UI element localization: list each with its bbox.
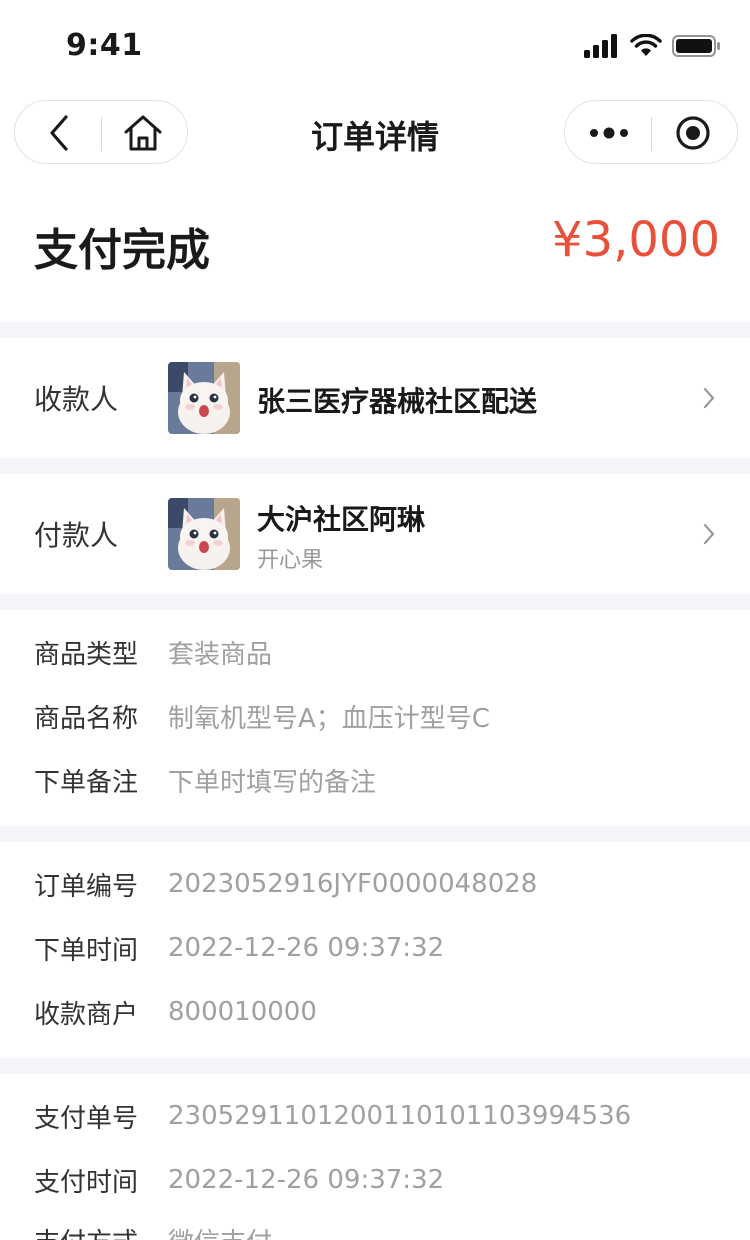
detail-row: 下单备注 下单时填写的备注 [34, 760, 376, 800]
detail-label: 商品类型 [34, 639, 139, 670]
payer-label: 付款人 [34, 519, 119, 552]
record-circle-icon [676, 116, 710, 150]
detail-value: 2022-12-26 09:37:32 [168, 933, 445, 963]
payer-row[interactable]: 付款人 大沪社区阿琳 开心果 [0, 474, 750, 594]
payer-nickname: 开心果 [257, 548, 324, 573]
detail-row: 订单编号 2023052916JYF0000048028 [34, 864, 537, 904]
detail-label: 下单时间 [34, 935, 139, 966]
order-info-section: 订单编号 2023052916JYF0000048028 下单时间 2022-1… [0, 842, 750, 1058]
product-info-section: 商品类型 套装商品 商品名称 制氧机型号A；血压计型号C 下单备注 下单时填写的… [0, 610, 750, 826]
payee-label: 收款人 [34, 383, 119, 416]
cat-avatar-image [168, 362, 240, 434]
payee-avatar [168, 362, 240, 434]
detail-row: 商品名称 制氧机型号A；血压计型号C [34, 696, 490, 736]
detail-label: 下单备注 [34, 767, 139, 798]
payer-name: 大沪社区阿琳 [257, 503, 426, 536]
detail-label: 收款商户 [34, 999, 139, 1030]
payee-name: 张三医疗器械社区配送 [257, 385, 538, 418]
battery-icon [672, 35, 720, 57]
chevron-right-icon [703, 387, 715, 409]
status-icons [584, 32, 722, 60]
more-dots-icon [590, 127, 628, 139]
payment-status: 支付完成 [34, 225, 210, 276]
order-detail-page: 9:41 订单详情 支付完成 ¥3,000 收款人 张三医疗器械社区配送 付款人… [0, 0, 750, 1240]
detail-value: 制氧机型号A；血压计型号C [168, 703, 490, 734]
cat-avatar-image [168, 498, 240, 570]
detail-row: 商品类型 套装商品 [34, 632, 272, 672]
close-miniprogram-button[interactable] [673, 113, 713, 153]
detail-label: 支付方式 [34, 1222, 168, 1240]
payment-amount: ¥3,000 [552, 212, 720, 268]
payer-avatar [168, 498, 240, 570]
detail-row: 支付时间 2022-12-26 09:37:32 [34, 1160, 444, 1200]
detail-row: 支付单号 2305291101200110101103994536 [34, 1096, 631, 1136]
detail-label: 订单编号 [34, 871, 139, 902]
more-button[interactable] [587, 113, 631, 153]
status-bar: 9:41 [0, 0, 750, 96]
detail-value[interactable]: 2305291101200110101103994536 [168, 1101, 631, 1131]
payment-summary: 支付完成 ¥3,000 [0, 176, 750, 322]
nav-bar: 订单详情 [0, 96, 750, 176]
detail-value: 套装商品 [168, 639, 273, 670]
detail-value[interactable]: 2023052916JYF0000048028 [168, 869, 537, 899]
detail-value: 2022-12-26 09:37:32 [168, 1165, 445, 1195]
detail-label: 商品名称 [34, 703, 139, 734]
detail-label: 支付时间 [34, 1167, 139, 1198]
cellular-signal-icon [584, 34, 617, 58]
chevron-right-icon [703, 523, 715, 545]
capsule-divider [651, 117, 652, 151]
status-time: 9:41 [66, 28, 143, 63]
detail-row: 支付方式 微信支付 [34, 1220, 272, 1240]
detail-value: 下单时填写的备注 [168, 767, 377, 798]
detail-label: 支付单号 [34, 1103, 139, 1134]
detail-row: 收款商户 800010000 [34, 992, 317, 1032]
payment-info-section: 支付单号 2305291101200110101103994536 支付时间 2… [0, 1074, 750, 1240]
detail-value: 800010000 [168, 997, 317, 1027]
wifi-icon [630, 34, 662, 56]
payee-row[interactable]: 收款人 张三医疗器械社区配送 [0, 338, 750, 458]
detail-value: 微信支付 [168, 1222, 272, 1240]
detail-row: 下单时间 2022-12-26 09:37:32 [34, 928, 444, 968]
nav-capsule-right [564, 100, 738, 164]
